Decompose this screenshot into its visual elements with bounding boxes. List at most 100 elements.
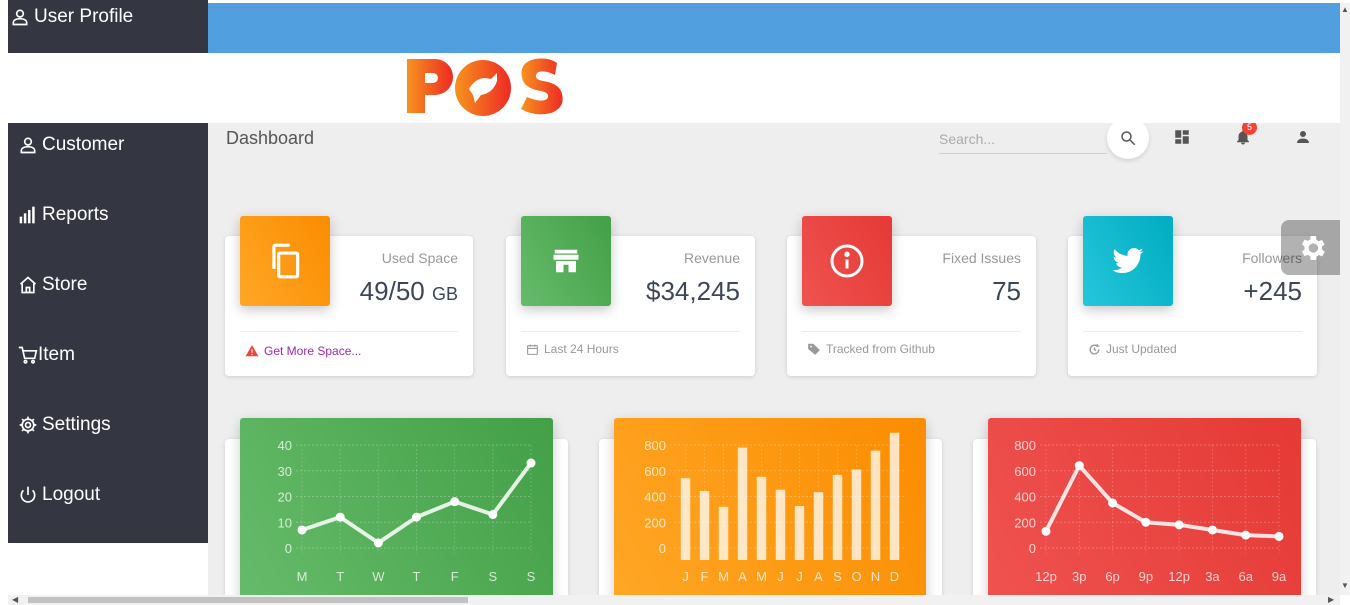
- sidebar-item-store[interactable]: Store: [18, 274, 87, 296]
- sidebar-header: User Profile: [8, 0, 208, 53]
- x-tick-label: T: [336, 569, 344, 584]
- card-footer: Just Updated: [1088, 342, 1177, 356]
- x-tick-label: 9p: [1139, 569, 1153, 584]
- card-footer-text: Tracked from Github: [826, 342, 935, 356]
- update-icon: [1089, 343, 1100, 355]
- x-tick-label: M: [718, 569, 729, 584]
- sidebar-item-settings[interactable]: Settings: [18, 414, 111, 436]
- x-tick-label: 12p: [1035, 569, 1057, 584]
- gear-icon: [1301, 235, 1325, 260]
- user-icon[interactable]: [1294, 128, 1312, 146]
- data-point: [412, 512, 421, 522]
- app-window: User Profile Customer Reports Store Item…: [0, 0, 1350, 605]
- scrollbar-thumb[interactable]: [28, 597, 468, 603]
- bar: [718, 506, 729, 560]
- data-point: [373, 538, 383, 548]
- logo-band: [8, 53, 1340, 123]
- user-profile-link[interactable]: User Profile: [10, 6, 133, 28]
- x-tick-label: 9a: [1272, 569, 1287, 584]
- scroll-right-arrow[interactable]: ▶: [1328, 595, 1334, 604]
- x-tick-label: T: [413, 569, 421, 584]
- card-footer-link[interactable]: Get More Space...: [264, 344, 361, 358]
- y-tick-label: 0: [1029, 541, 1036, 556]
- card-divider: [802, 331, 1021, 332]
- user-profile-label: User Profile: [34, 6, 134, 27]
- twitter-icon: [1112, 248, 1144, 274]
- x-tick-label: S: [527, 569, 536, 584]
- tag-icon: [808, 343, 820, 355]
- series-line: [1044, 463, 1280, 539]
- data-point: [1274, 531, 1284, 541]
- x-tick-label: J: [777, 569, 784, 584]
- y-tick-label: 30: [278, 464, 292, 479]
- data-point: [526, 458, 536, 468]
- bar: [756, 476, 767, 560]
- stat-card-revenue: Revenue $34,245 Last 24 Hours: [506, 216, 755, 376]
- bar: [680, 478, 691, 560]
- bar: [870, 450, 881, 560]
- scroll-left-arrow[interactable]: ◀: [12, 595, 18, 604]
- warning-icon: [245, 345, 259, 357]
- data-point: [1074, 461, 1084, 471]
- y-tick-label: 200: [644, 515, 666, 530]
- search-button[interactable]: [1107, 123, 1149, 159]
- data-point: [1241, 530, 1251, 540]
- card-value: 49/50 GB: [360, 276, 458, 307]
- card-divider: [240, 331, 458, 332]
- card-value-unit: GB: [431, 284, 458, 304]
- x-tick-label: W: [372, 569, 385, 584]
- x-tick-label: A: [738, 569, 747, 584]
- vertical-scrollbar[interactable]: ▲ ▼: [1340, 3, 1350, 595]
- y-tick-label: 800: [1014, 438, 1036, 453]
- main-content: Dashboard 5 Used Space 49/50 GB Get More…: [208, 123, 1340, 595]
- info-icon: [830, 244, 864, 278]
- data-point: [450, 497, 460, 507]
- x-tick-label: D: [890, 569, 899, 584]
- sidebar-item-label: Store: [42, 274, 88, 295]
- chart-daily: 0 10 20 30 40 M T W T F S S: [240, 418, 553, 595]
- sidebar-item-reports[interactable]: Reports: [18, 204, 109, 226]
- card-footer: Tracked from Github: [807, 342, 935, 356]
- sidebar-item-item[interactable]: Item: [18, 344, 75, 366]
- y-tick-label: 200: [1014, 515, 1036, 530]
- sidebar-nav: Customer Reports Store Item Settings Log…: [8, 123, 208, 543]
- card-value: $34,245: [646, 276, 740, 306]
- search-input[interactable]: [939, 124, 1107, 154]
- power-icon: [20, 486, 36, 503]
- bar: [832, 474, 843, 560]
- card-icon-box: [1083, 216, 1173, 306]
- data-point: [297, 525, 307, 535]
- y-tick-label: 400: [644, 490, 666, 505]
- scroll-up-arrow[interactable]: ▲: [1341, 5, 1349, 14]
- sidebar-item-label: Logout: [42, 484, 101, 505]
- store-icon: [553, 249, 579, 273]
- fixed-settings-button[interactable]: [1281, 220, 1343, 275]
- notification-badge: 5: [1242, 123, 1257, 135]
- chart-svg: 0200400600800J F M A M J J A S O N D: [644, 432, 904, 584]
- sidebar-item-logout[interactable]: Logout: [18, 484, 100, 506]
- card-footer-text: Just Updated: [1106, 342, 1177, 356]
- card-footer: Last 24 Hours: [526, 342, 619, 356]
- sidebar-item-customer[interactable]: Customer: [18, 134, 124, 156]
- dashboard-icon[interactable]: [1173, 128, 1191, 146]
- y-tick-label: 20: [278, 490, 292, 505]
- chart-svg: 0 10 20 30 40 M T W T F S S: [278, 438, 536, 584]
- scroll-down-arrow[interactable]: ▼: [1341, 581, 1349, 590]
- y-tick-label: 800: [644, 438, 666, 453]
- card-category: Revenue: [683, 250, 740, 266]
- card-footer[interactable]: Get More Space...: [245, 344, 361, 358]
- y-tick-label: 400: [1014, 490, 1036, 505]
- bar: [737, 447, 748, 560]
- data-point: [335, 512, 345, 522]
- user-icon: [20, 137, 36, 154]
- stat-card-fixed-issues: Fixed Issues 75 Tracked from Github: [787, 216, 1036, 376]
- gear-icon: [19, 416, 37, 434]
- page-title: Dashboard: [226, 128, 315, 148]
- x-tick-label: O: [851, 569, 861, 584]
- horizontal-scrollbar[interactable]: ◀ ▶: [8, 595, 1340, 605]
- bar: [851, 469, 862, 560]
- x-tick-label: 12p: [1168, 569, 1190, 584]
- x-tick-label: N: [871, 569, 880, 584]
- bar: [775, 489, 786, 560]
- stat-card-followers: Followers +245 Just Updated: [1068, 216, 1317, 376]
